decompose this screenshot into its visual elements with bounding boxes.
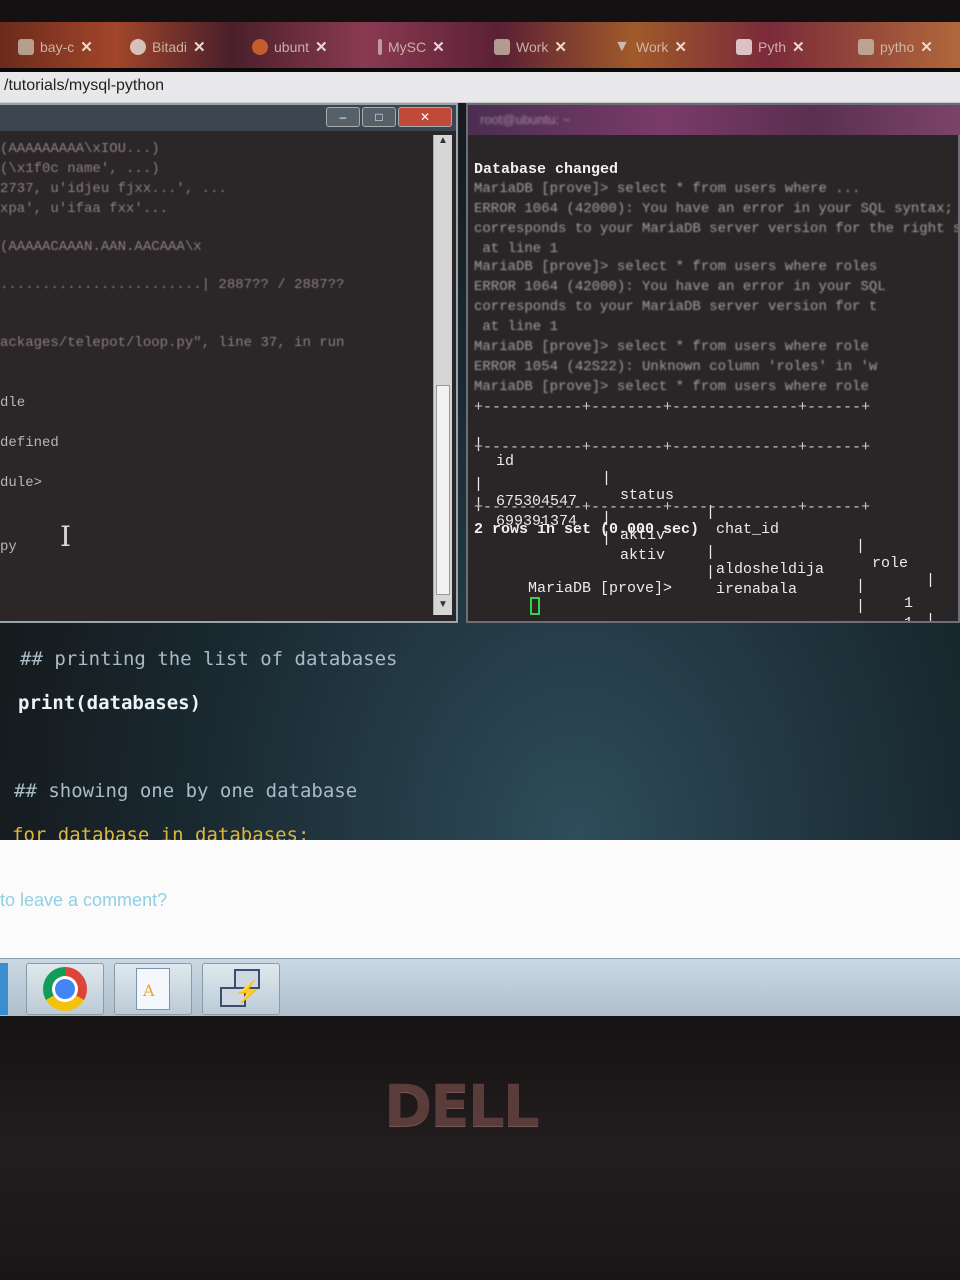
- terminal-line: ........................| 2887?? / 2887?…: [0, 277, 345, 293]
- browser-tab[interactable]: ▼ Work ✕: [614, 30, 687, 64]
- terminal-line: corresponds to your MariaDB server versi…: [474, 221, 958, 237]
- terminal-line: Database changed: [474, 161, 619, 178]
- table-cell: 1: [904, 615, 913, 621]
- code-line: print(databases): [18, 692, 202, 714]
- leave-comment-link[interactable]: to leave a comment?: [0, 890, 167, 911]
- browser-tab[interactable]: Work ✕: [494, 30, 567, 64]
- page-icon: [858, 39, 874, 55]
- terminal-line: ackages/telepot/loop.py", line 37, in ru…: [0, 335, 345, 351]
- window-titlebar[interactable]: root@ubuntu: ~: [468, 105, 960, 135]
- terminal-output[interactable]: (AAAAAAAAA\xIOU...) (\x1f0c name', ...) …: [0, 135, 430, 620]
- maximize-button[interactable]: □: [362, 107, 396, 127]
- close-tab-icon[interactable]: ✕: [674, 38, 687, 56]
- close-tab-icon[interactable]: ✕: [554, 38, 567, 56]
- taskbar-item-chrome[interactable]: [26, 963, 104, 1015]
- dell-logo: DELL: [384, 1072, 540, 1140]
- close-tab-icon[interactable]: ✕: [432, 38, 445, 56]
- terminal-line: dule>: [0, 475, 43, 491]
- table-cell: aktiv: [620, 547, 666, 564]
- browser-tab[interactable]: bay-c ✕: [18, 30, 93, 64]
- close-tab-icon[interactable]: ✕: [792, 38, 805, 56]
- terminal-line: MariaDB [prove]> select * from users whe…: [474, 379, 869, 395]
- table-border: +-----------+--------+--------------+---…: [474, 499, 871, 516]
- scroll-up-icon[interactable]: ▲: [434, 135, 452, 151]
- table-border: +-----------+--------+--------------+---…: [474, 439, 871, 456]
- browser-tab-strip: bay-c ✕ Bitadi ✕ ubunt ✕ MySC ✕ Work ✕ ▼…: [0, 22, 960, 68]
- terminal-line: dle: [0, 395, 26, 411]
- close-tab-icon[interactable]: ✕: [193, 38, 206, 56]
- terminal-line: (AAAAAAAAA\xIOU...): [0, 141, 160, 157]
- browser-tab[interactable]: ubunt ✕: [252, 30, 328, 64]
- query-result-summary: 2 rows in set (0.000 sec): [474, 521, 700, 538]
- terminal-line: ERROR 1064 (42000): You have an error in…: [474, 201, 953, 217]
- terminal-line: MariaDB [prove]> select * from users whe…: [474, 339, 869, 355]
- page-icon: [736, 39, 752, 55]
- scroll-down-icon[interactable]: ▼: [434, 599, 452, 615]
- column-header: chat_id: [716, 521, 780, 538]
- terminal-line: MariaDB [prove]> select * from users whe…: [474, 181, 861, 197]
- terminal-line: py: [0, 539, 17, 555]
- close-tab-icon[interactable]: ✕: [920, 38, 933, 56]
- taskbar-item-putty[interactable]: ⚡: [202, 963, 280, 1015]
- code-line: ## showing one by one database: [14, 780, 358, 802]
- page-icon: [18, 39, 34, 55]
- terminal-output[interactable]: Database changed MariaDB [prove]> select…: [474, 141, 958, 621]
- mysql-prompt: MariaDB [prove]>: [528, 580, 673, 597]
- vertical-scrollbar[interactable]: ▲ ▼: [433, 135, 452, 615]
- close-tab-icon[interactable]: ✕: [315, 38, 328, 56]
- terminal-line: 2737, u'idjeu fjxx...', ...: [0, 181, 227, 197]
- page-icon: [494, 39, 510, 55]
- screen-top-bezel: [0, 0, 960, 24]
- vue-icon: ▼: [614, 38, 630, 55]
- window-titlebar[interactable]: – □ ✕: [0, 105, 456, 131]
- terminal-line: defined: [0, 435, 59, 451]
- terminal-line: corresponds to your MariaDB server versi…: [474, 299, 878, 315]
- terminal-line: ERROR 1054 (42S22): Unknown column 'role…: [474, 359, 878, 375]
- code-line: ## printing the list of databases: [20, 648, 398, 670]
- minimize-button[interactable]: –: [326, 107, 360, 127]
- browser-tab[interactable]: MySC ✕: [378, 30, 445, 64]
- window-title: root@ubuntu: ~: [480, 112, 571, 127]
- table-cell: aldosheldija: [716, 561, 825, 578]
- close-tab-icon[interactable]: ✕: [80, 38, 93, 56]
- table-cell: 1: [904, 595, 914, 612]
- page-icon: [378, 39, 382, 55]
- table-cell: irenabala: [716, 581, 798, 598]
- terminal-line: (AAAAACAAAN.AAN.AACAAA\x: [0, 239, 202, 255]
- python-terminal-window[interactable]: – □ ✕ (AAAAAAAAA\xIOU...) (\x1f0c name',…: [0, 103, 458, 623]
- ubuntu-icon: [252, 39, 268, 55]
- terminal-line: at line 1: [474, 319, 559, 335]
- terminal-line: at line 1: [474, 241, 559, 257]
- taskbar-item-wordpad[interactable]: A: [114, 963, 192, 1015]
- chrome-icon: [43, 967, 87, 1011]
- terminal-line: ERROR 1064 (42000): You have an error in…: [474, 279, 886, 295]
- laptop-bezel: [0, 1016, 960, 1280]
- wordpad-icon: A: [136, 968, 170, 1010]
- close-button[interactable]: ✕: [398, 107, 452, 127]
- mysql-prompt-line[interactable]: MariaDB [prove]>: [474, 563, 672, 621]
- browser-tab[interactable]: Bitadi ✕: [130, 30, 206, 64]
- url-text[interactable]: /tutorials/mysql-python: [4, 77, 164, 95]
- terminal-line: xpa', u'ifaa fxx'...: [0, 201, 169, 217]
- github-icon: [130, 39, 146, 55]
- browser-tab[interactable]: pytho ✕: [858, 30, 933, 64]
- putty-icon: ⚡: [218, 967, 264, 1011]
- terminal-cursor: [530, 597, 541, 615]
- mysql-terminal-window[interactable]: root@ubuntu: ~ Database changed MariaDB …: [466, 103, 960, 623]
- taskbar-item-partial[interactable]: [0, 963, 8, 1015]
- browser-tab[interactable]: Pyth ✕: [736, 30, 805, 64]
- address-bar[interactable]: /tutorials/mysql-python: [0, 72, 960, 103]
- scrollbar-thumb[interactable]: [436, 385, 450, 595]
- comment-section: to leave a comment?: [0, 840, 960, 958]
- text-cursor-icon: I: [60, 520, 72, 553]
- terminal-line: MariaDB [prove]> select * from users whe…: [474, 259, 878, 275]
- column-header: role: [872, 555, 909, 572]
- taskbar: A ⚡: [0, 958, 960, 1017]
- table-border: +-----------+--------+--------------+---…: [474, 399, 871, 416]
- terminal-line: (\x1f0c name', ...): [0, 161, 160, 177]
